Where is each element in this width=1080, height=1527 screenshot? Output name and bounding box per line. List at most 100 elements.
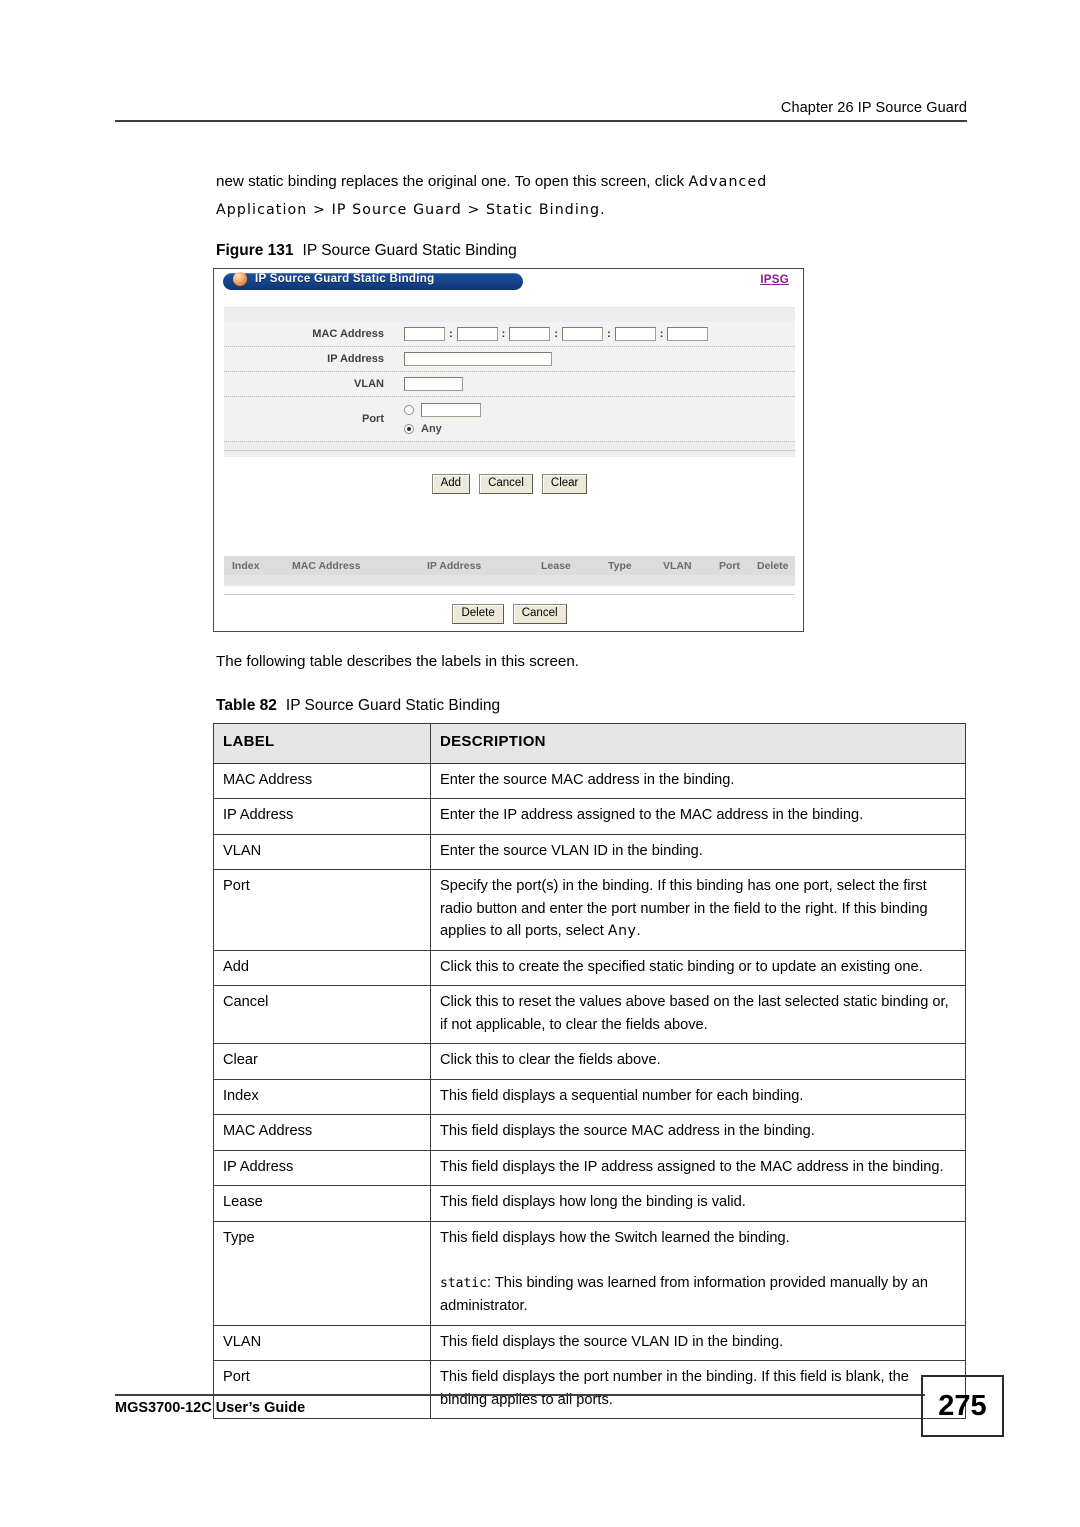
list-col-mac-address: MAC Address (292, 560, 361, 572)
row-label: MAC Address (213, 1114, 431, 1151)
table-row: Port This field displays the port number… (213, 1360, 966, 1419)
binding-list-header: Index MAC Address IP Address Lease Type … (224, 556, 795, 586)
add-button[interactable]: Add (431, 474, 471, 494)
table-row: IP Address This field displays the IP ad… (213, 1149, 966, 1186)
port-any-option[interactable]: Any (404, 423, 481, 435)
row-label: VLAN (213, 833, 431, 870)
mac-octet-4-input[interactable] (562, 327, 604, 341)
row-description: Click this to clear the fields above. (430, 1043, 966, 1080)
table-row: Port Specify the port(s) in the binding.… (213, 869, 966, 951)
footer-rule (115, 1394, 925, 1396)
ip-address-input[interactable] (404, 352, 552, 366)
ipsg-link[interactable]: IPSG (760, 274, 789, 286)
table-row: VLAN Enter the source VLAN ID in the bin… (213, 833, 966, 870)
port-specific-option[interactable] (404, 403, 481, 417)
port-specific-radio[interactable] (404, 405, 414, 415)
figure-title: IP Source Guard Static Binding (302, 242, 517, 259)
intro-path-full: Application > IP Source Guard > Static B… (216, 202, 601, 218)
table-row: VLAN This field displays the source VLAN… (213, 1324, 966, 1361)
delete-button[interactable]: Delete (452, 604, 504, 624)
row-label: Add (213, 949, 431, 986)
row-description: Click this to create the specified stati… (430, 949, 966, 986)
table-row: Add Click this to create the specified s… (213, 949, 966, 986)
figure-number: Figure 131 (216, 242, 294, 259)
mac-octet-3-input[interactable] (509, 327, 551, 341)
row-label: IP Address (213, 798, 431, 835)
type-desc-line1: This field displays how the Switch learn… (440, 1229, 790, 1246)
type-desc-static-keyword: static (440, 1275, 487, 1291)
list-col-ip-address: IP Address (427, 560, 482, 572)
row-description: Enter the source MAC address in the bind… (430, 762, 966, 799)
row-label: Index (213, 1078, 431, 1115)
row-description: This field displays the source MAC addre… (430, 1114, 966, 1151)
table-caption: Table 82 IP Source Guard Static Binding (216, 697, 500, 715)
table-row: Index This field displays a sequential n… (213, 1078, 966, 1115)
form-row-vlan: VLAN (224, 372, 795, 397)
list-col-vlan: VLAN (663, 560, 692, 572)
screenshot-titlebar: IP Source Guard Static Binding IPSG (214, 269, 803, 302)
mac-address-field-group: : : : : : (404, 327, 795, 341)
cancel-button[interactable]: Cancel (479, 474, 533, 494)
row-label: Cancel (213, 985, 431, 1044)
form-top-strip (224, 308, 795, 322)
table-row: MAC Address Enter the source MAC address… (213, 762, 966, 799)
table-title: IP Source Guard Static Binding (285, 697, 501, 714)
intro-path-advanced: Advanced (688, 174, 768, 190)
table-row: Clear Click this to clear the fields abo… (213, 1043, 966, 1080)
vlan-input[interactable] (404, 377, 463, 391)
mac-colon-5: : (659, 328, 664, 340)
row-description-type: This field displays how the Switch learn… (430, 1220, 966, 1326)
label-vlan: VLAN (354, 378, 384, 390)
mac-octet-2-input[interactable] (456, 327, 498, 341)
intro-paragraph: new static binding replaces the original… (216, 168, 968, 224)
table-header-row: LABEL DESCRIPTION (213, 723, 966, 764)
table-header-label: LABEL (213, 723, 431, 764)
list-col-type: Type (608, 560, 632, 572)
table-row: Cancel Click this to reset the values ab… (213, 985, 966, 1044)
table-header-description: DESCRIPTION (430, 723, 966, 764)
port-number-input[interactable] (421, 403, 481, 417)
row-description: Enter the source VLAN ID in the binding. (430, 833, 966, 870)
port-any-radio[interactable] (404, 424, 414, 434)
row-description-port: Specify the port(s) in the binding. If t… (430, 869, 966, 951)
mac-colon-1: : (449, 328, 453, 340)
table-row: Type This field displays how the Switch … (213, 1220, 966, 1326)
list-cancel-button[interactable]: Cancel (512, 604, 567, 624)
mac-octet-6-input[interactable] (667, 327, 709, 341)
clear-button[interactable]: Clear (541, 474, 588, 494)
port-option-stack: Any (404, 398, 481, 440)
table-row: IP Address Enter the IP address assigned… (213, 798, 966, 835)
footer-guide-title: MGS3700-12C User’s Guide (115, 1400, 306, 1416)
row-description: This field displays the IP address assig… (430, 1149, 966, 1186)
label-ip-address: IP Address (327, 353, 384, 365)
panel-title: IP Source Guard Static Binding (255, 273, 435, 285)
table-number: Table 82 (216, 697, 277, 714)
form-row-mac-address: MAC Address : : : : : (224, 322, 795, 347)
page-number-box: 275 (921, 1375, 1004, 1437)
row-description: This field displays the source VLAN ID i… (430, 1324, 966, 1361)
following-table-text: The following table describes the labels… (216, 653, 580, 670)
row-label: Type (213, 1220, 431, 1326)
static-binding-form: MAC Address : : : : : IP Address VLAN Po… (224, 307, 795, 457)
label-description-table: LABEL DESCRIPTION MAC Address Enter the … (213, 723, 966, 1419)
list-col-lease: Lease (541, 560, 571, 572)
row-description: This field displays how long the binding… (430, 1185, 966, 1222)
list-divider (224, 594, 795, 595)
port-field-group: Any (404, 397, 795, 441)
ip-address-field-group (404, 352, 795, 366)
mac-colon-3: : (554, 328, 559, 340)
row-label: Lease (213, 1185, 431, 1222)
row-label: Clear (213, 1043, 431, 1080)
list-col-delete: Delete (757, 560, 789, 572)
row-label: IP Address (213, 1149, 431, 1186)
header-rule (115, 120, 967, 122)
row-description: Enter the IP address assigned to the MAC… (430, 798, 966, 835)
row-description: This field displays a sequential number … (430, 1078, 966, 1115)
list-action-buttons: Delete Cancel (214, 604, 803, 624)
table-row: Lease This field displays how long the b… (213, 1185, 966, 1222)
mac-octet-1-input[interactable] (404, 327, 445, 341)
figure-caption: Figure 131 IP Source Guard Static Binding (216, 242, 517, 260)
intro-path-period: . (600, 202, 606, 218)
orb-icon (233, 272, 247, 286)
mac-octet-5-input[interactable] (614, 327, 656, 341)
